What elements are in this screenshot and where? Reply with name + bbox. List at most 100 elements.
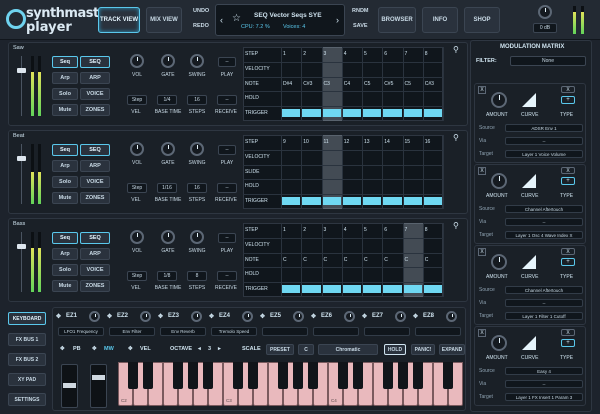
type-x-icon[interactable]: X — [561, 248, 575, 255]
trigger-step[interactable] — [403, 285, 422, 294]
receive-select[interactable]: -- — [217, 183, 237, 193]
next-preset-icon[interactable]: › — [336, 15, 339, 25]
seq-small-button[interactable]: Seq — [52, 144, 78, 156]
keyboard-tab[interactable]: KEYBOARD — [8, 312, 46, 325]
step-note[interactable]: C#3 — [303, 81, 312, 87]
mod-filter-select[interactable]: None — [510, 56, 586, 66]
play-select[interactable]: -- — [218, 57, 236, 67]
ez-macro-target[interactable] — [313, 327, 359, 336]
ez-macro-target[interactable] — [364, 327, 410, 336]
info-button[interactable]: INFO — [422, 7, 458, 33]
ez-move-icon[interactable]: ✥ — [209, 313, 214, 320]
trigger-step[interactable] — [383, 109, 402, 118]
ez-knob[interactable] — [344, 311, 355, 322]
step-note[interactable]: C — [344, 257, 348, 263]
hold-button[interactable]: HOLD — [384, 344, 406, 355]
browser-button[interactable]: BROWSER — [378, 7, 416, 33]
trigger-step[interactable] — [363, 285, 382, 294]
pitch-bend-wheel[interactable] — [61, 364, 78, 408]
source-select[interactable]: Easy 4 — [505, 367, 583, 375]
base-time-select[interactable]: 1/16 — [157, 183, 177, 193]
vol-knob[interactable] — [130, 230, 144, 244]
ez-knob[interactable] — [293, 311, 304, 322]
trigger-step[interactable] — [322, 285, 341, 294]
step-note[interactable]: C5 — [364, 81, 370, 87]
black-key[interactable] — [188, 362, 198, 389]
type-plus-icon[interactable]: + — [561, 339, 575, 347]
volume-fader[interactable] — [17, 244, 26, 249]
solo-button[interactable]: Solo — [52, 88, 78, 100]
preset-display[interactable]: ‹ ☆ SEQ Vector Seqs SYE CPU: 7.2 % Voice… — [215, 4, 345, 36]
step-note[interactable]: C — [324, 257, 328, 263]
step-mode-select[interactable]: Step — [127, 95, 147, 105]
voice-button[interactable]: VOICE — [80, 264, 110, 276]
solo-button[interactable]: Solo — [52, 176, 78, 188]
mod-wheel[interactable] — [90, 364, 107, 408]
master-volume-knob[interactable] — [538, 5, 552, 19]
swing-knob[interactable] — [190, 54, 204, 68]
receive-select[interactable]: -- — [217, 271, 237, 281]
vol-knob[interactable] — [130, 142, 144, 156]
ez-knob[interactable] — [242, 311, 253, 322]
gate-knob[interactable] — [161, 54, 175, 68]
trigger-step[interactable] — [383, 197, 402, 206]
ez-knob[interactable] — [446, 311, 457, 322]
black-key[interactable] — [173, 362, 183, 389]
black-key[interactable] — [338, 362, 348, 389]
amount-knob[interactable] — [491, 173, 507, 189]
arp-button[interactable]: ARP — [80, 248, 110, 260]
step-mode-select[interactable]: Step — [127, 183, 147, 193]
ez-move-icon[interactable]: ✥ — [158, 313, 163, 320]
ez-macro-target[interactable]: LFO1 Frequency — [58, 327, 104, 336]
zoom-icon[interactable]: ⚲ — [453, 45, 459, 54]
base-time-select[interactable]: 1/8 — [157, 271, 177, 281]
gate-knob[interactable] — [161, 142, 175, 156]
voice-button[interactable]: VOICE — [80, 176, 110, 188]
trigger-step[interactable] — [423, 285, 442, 294]
black-key[interactable] — [128, 362, 138, 389]
play-select[interactable]: -- — [218, 145, 236, 155]
fx-bus-1-tab[interactable]: FX BUS 1 — [8, 333, 46, 346]
arp-small-button[interactable]: Arp — [52, 72, 78, 84]
gate-knob[interactable] — [161, 230, 175, 244]
arp-small-button[interactable]: Arp — [52, 248, 78, 260]
base-time-select[interactable]: 1/4 — [157, 95, 177, 105]
settings-tab[interactable]: SETTINGS — [8, 393, 46, 406]
ez-move-icon[interactable]: ✥ — [362, 313, 367, 320]
close-icon[interactable]: X — [478, 248, 486, 256]
step-note[interactable]: C#5 — [384, 81, 393, 87]
black-key[interactable] — [308, 362, 318, 389]
scale-key-select[interactable]: C — [298, 344, 314, 355]
step-note[interactable]: C — [303, 257, 307, 263]
target-select[interactable]: Layer 1 FX Insert 1 Param 3 — [505, 393, 583, 401]
play-select[interactable]: -- — [218, 233, 236, 243]
ez-move-icon[interactable]: ✥ — [56, 313, 61, 320]
source-select[interactable]: Channel Aftertouch — [505, 286, 583, 294]
seq-small-button[interactable]: Seq — [52, 56, 78, 68]
via-select[interactable]: -- — [505, 299, 583, 307]
ez-move-icon[interactable]: ✥ — [311, 313, 316, 320]
via-select[interactable]: -- — [505, 380, 583, 388]
ez-move-icon[interactable]: ✥ — [413, 313, 418, 320]
type-plus-icon[interactable]: + — [561, 177, 575, 185]
step-note[interactable]: C — [364, 257, 368, 263]
zoom-icon[interactable]: ⚲ — [453, 221, 459, 230]
scale-mode-select[interactable]: Chromatic — [318, 344, 378, 355]
black-key[interactable] — [413, 362, 423, 389]
velocity-icon[interactable]: ✥ — [128, 346, 133, 352]
prev-preset-icon[interactable]: ‹ — [220, 15, 223, 25]
steps-select[interactable]: 16 — [187, 95, 207, 105]
type-plus-icon[interactable]: + — [561, 96, 575, 104]
ez-knob[interactable] — [89, 311, 100, 322]
black-key[interactable] — [293, 362, 303, 389]
ez-macro-target[interactable]: Env Filter — [109, 327, 155, 336]
amount-knob[interactable] — [491, 92, 507, 108]
voice-button[interactable]: VOICE — [80, 88, 110, 100]
zones-button[interactable]: ZONES — [80, 192, 110, 204]
step-note[interactable]: C — [425, 257, 429, 263]
panic-button[interactable]: PANIC! — [411, 344, 435, 355]
black-key[interactable] — [353, 362, 363, 389]
volume-fader[interactable] — [17, 156, 26, 161]
curve-icon[interactable] — [521, 173, 537, 189]
black-key[interactable] — [143, 362, 153, 389]
